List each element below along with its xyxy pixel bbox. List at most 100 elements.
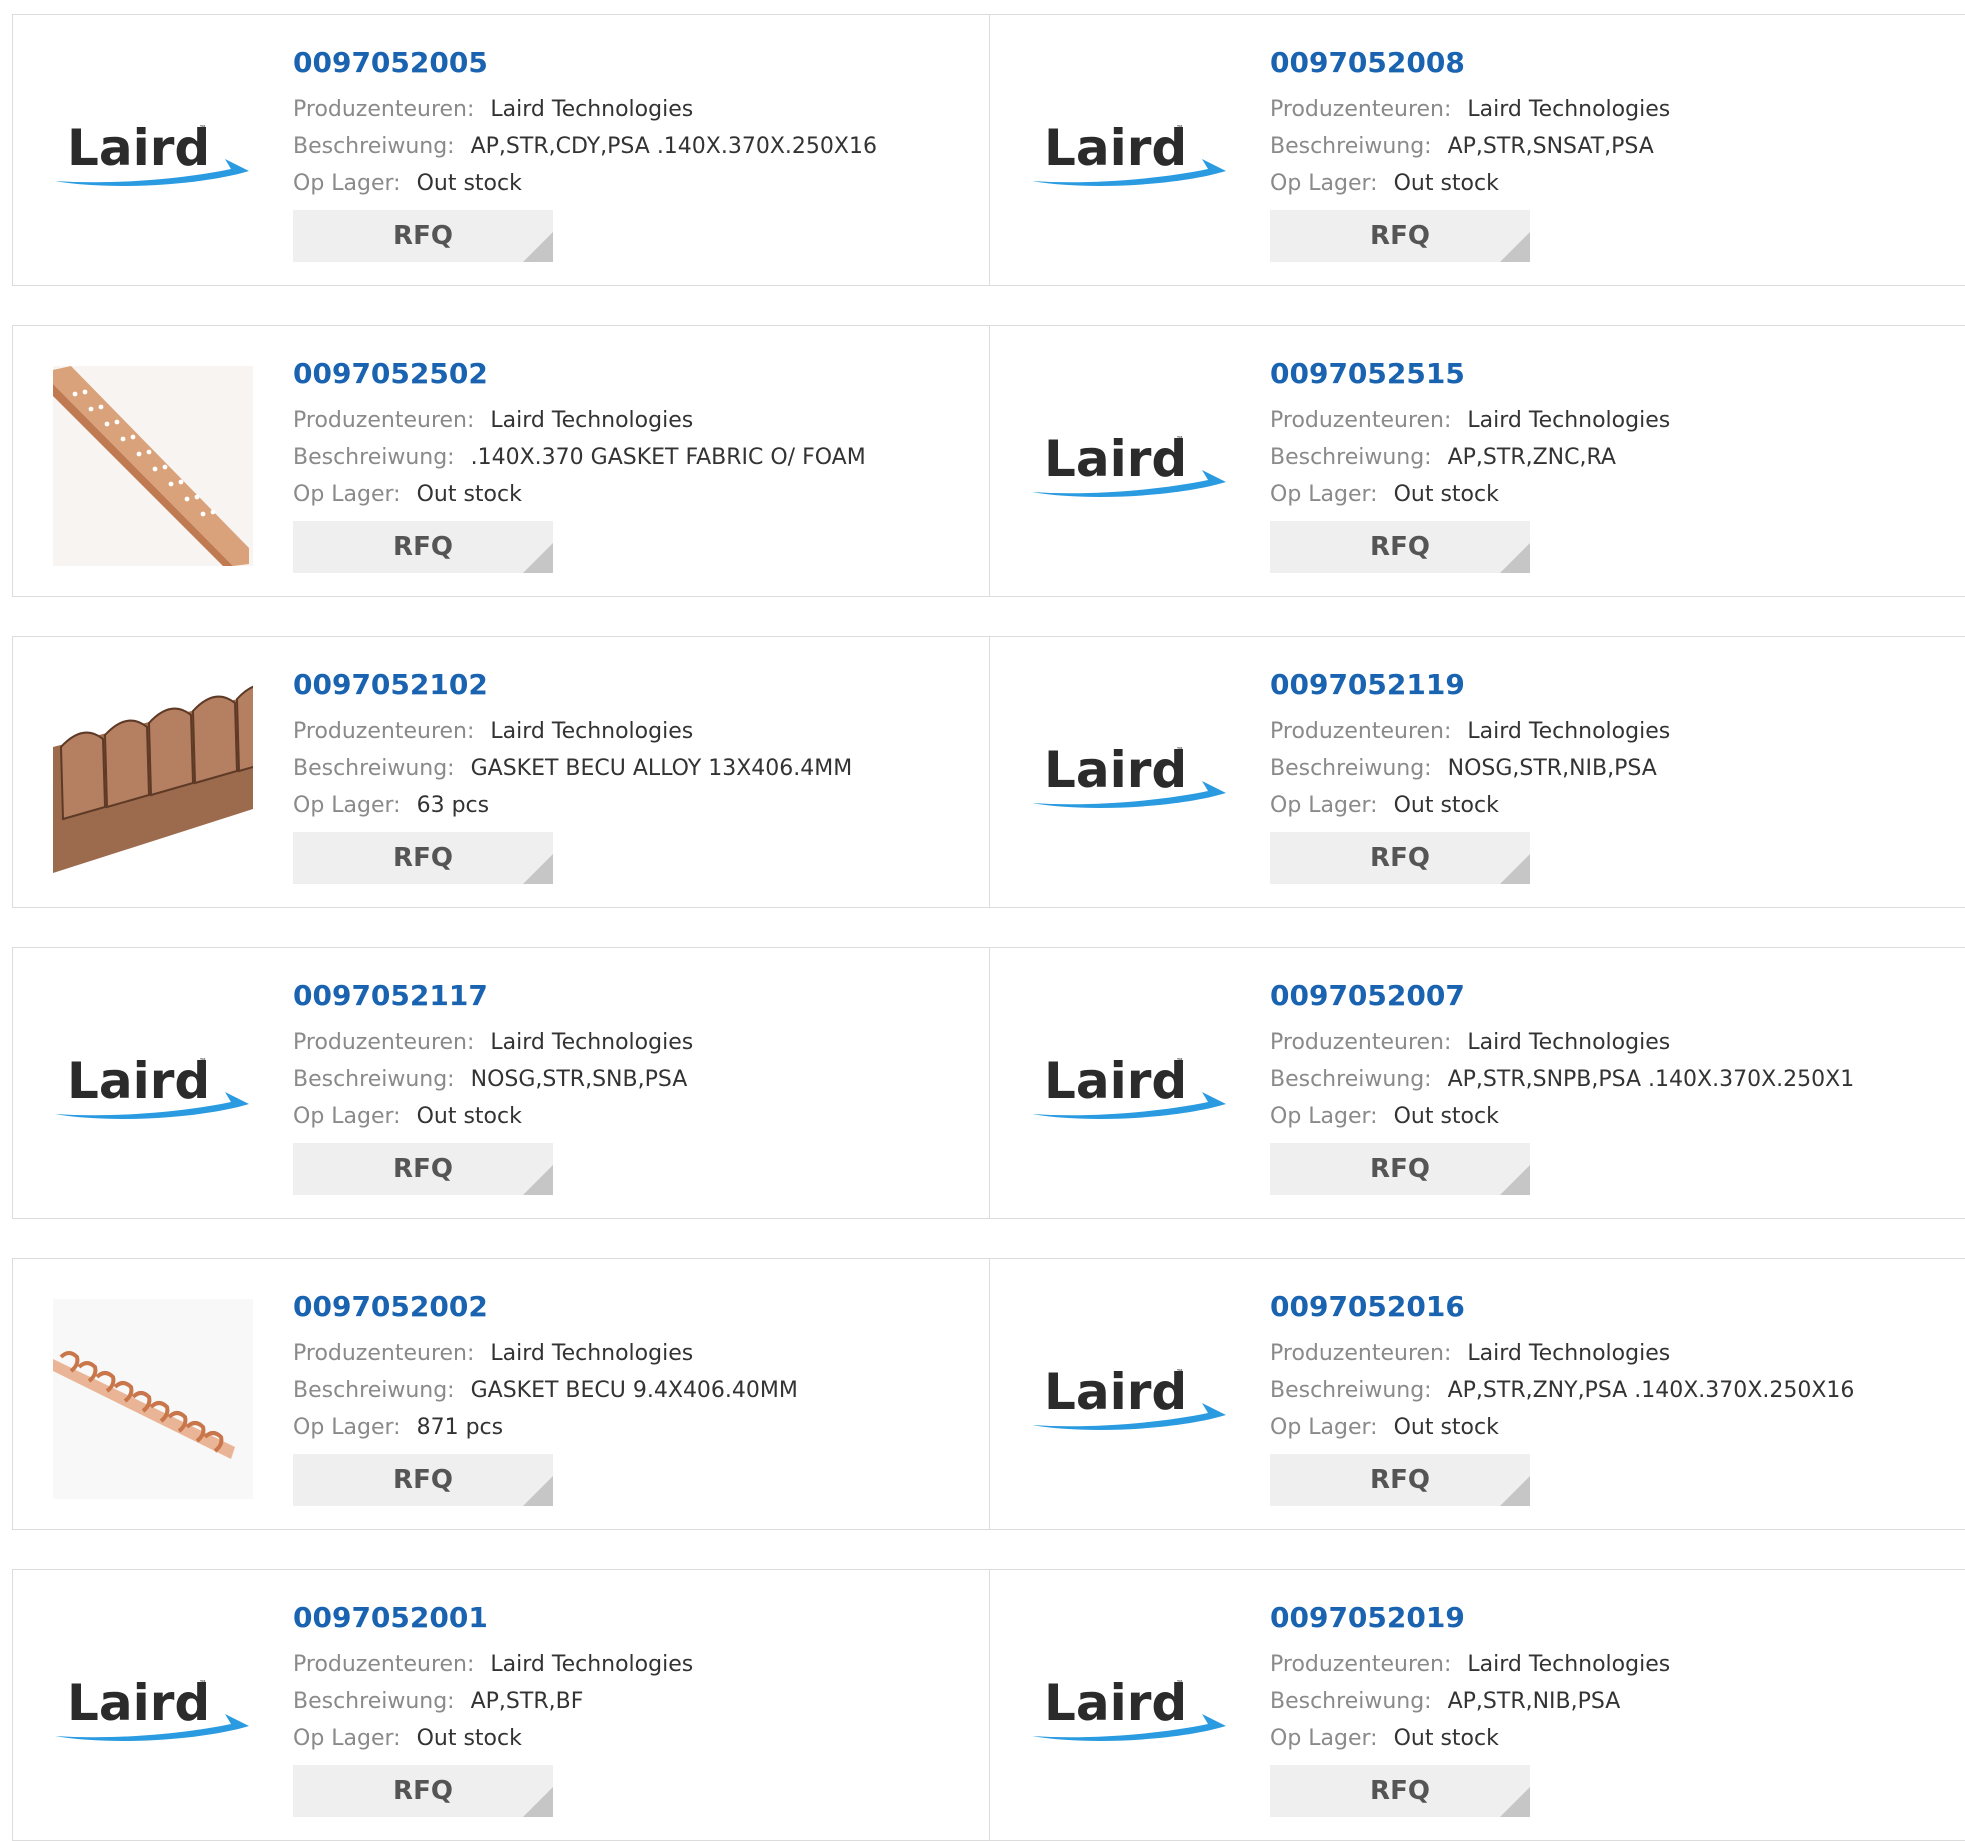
stock-line: Op Lager: Out stock	[293, 165, 877, 202]
product-thumbnail[interactable]: Laird ™	[53, 1610, 253, 1810]
product-card: Laird ™ 0097052007 Produzenteuren: Laird …	[989, 948, 1965, 1218]
description-line: Beschreiwung: AP,STR,CDY,PSA .140X.370X.2…	[293, 128, 877, 165]
stock-line: Op Lager: Out stock	[1270, 1720, 1670, 1757]
manufacturer-line: Produzenteuren: Laird Technologies	[1270, 91, 1670, 128]
manufacturer-line: Produzenteuren: Laird Technologies	[1270, 402, 1670, 439]
product-card: 0097052102 Produzenteuren: Laird Technolo…	[13, 637, 989, 907]
description-value: AP,STR,BF	[470, 1689, 584, 1714]
manufacturer-line: Produzenteuren: Laird Technologies	[1270, 1335, 1854, 1372]
laird-logo-icon: Laird ™	[55, 119, 249, 186]
description-line: Beschreiwung: AP,STR,SNSAT,PSA	[1270, 128, 1670, 165]
part-number-link[interactable]: 0097052007	[1270, 980, 1854, 1012]
description-label: Beschreiwung:	[1270, 134, 1432, 159]
laird-logo-icon: Laird ™	[55, 1052, 249, 1119]
product-thumbnail[interactable]	[53, 1299, 253, 1499]
description-line: Beschreiwung: AP,STR,SNPB,PSA .140X.370X.…	[1270, 1061, 1854, 1098]
rfq-button[interactable]: RFQ	[1270, 1454, 1530, 1506]
rfq-button[interactable]: RFQ	[293, 1143, 553, 1195]
laird-logo-icon: Laird ™	[55, 1674, 249, 1741]
part-number-link[interactable]: 0097052019	[1270, 1602, 1670, 1634]
manufacturer-label: Produzenteuren:	[293, 97, 475, 122]
part-number-link[interactable]: 0097052515	[1270, 358, 1670, 390]
finger-gasket-icon	[53, 677, 253, 877]
stock-line: Op Lager: Out stock	[1270, 476, 1670, 513]
product-thumbnail[interactable]: Laird ™	[53, 55, 253, 255]
rfq-button[interactable]: RFQ	[293, 1765, 553, 1817]
description-label: Beschreiwung:	[293, 756, 455, 781]
product-info: 0097052008 Produzenteuren: Laird Technolo…	[1270, 47, 1670, 262]
product-info: 0097052001 Produzenteuren: Laird Technolo…	[293, 1602, 693, 1817]
manufacturer-line: Produzenteuren: Laird Technologies	[1270, 1646, 1670, 1683]
description-line: Beschreiwung: GASKET BECU 9.4X406.40MM	[293, 1372, 798, 1409]
laird-logo-icon: Laird ™	[1032, 430, 1226, 497]
product-thumbnail[interactable]: Laird ™	[1030, 1299, 1230, 1499]
corner-decoration	[523, 1165, 553, 1195]
rfq-button[interactable]: RFQ	[1270, 210, 1530, 262]
corner-decoration	[1500, 1787, 1530, 1817]
stock-line: Op Lager: Out stock	[1270, 787, 1670, 824]
part-number-link[interactable]: 0097052016	[1270, 1291, 1854, 1323]
product-thumbnail[interactable]: Laird ™	[1030, 55, 1230, 255]
product-thumbnail[interactable]: Laird ™	[53, 988, 253, 1188]
manufacturer-label: Produzenteuren:	[293, 1341, 475, 1366]
stock-value: Out stock	[1393, 793, 1499, 818]
product-thumbnail[interactable]: Laird ™	[1030, 988, 1230, 1188]
part-number-link[interactable]: 0097052117	[293, 980, 693, 1012]
product-row: Laird ™ 0097052117 Produzenteuren: Laird …	[12, 947, 1965, 1219]
product-card: Laird ™ 0097052016 Produzenteuren: Laird …	[989, 1259, 1965, 1529]
svg-text:Laird: Laird	[1044, 119, 1187, 177]
manufacturer-label: Produzenteuren:	[293, 1652, 475, 1677]
svg-text:Laird: Laird	[1044, 1363, 1187, 1421]
description-value: AP,STR,ZNC,RA	[1447, 445, 1616, 470]
product-thumbnail[interactable]: Laird ™	[1030, 1610, 1230, 1810]
manufacturer-value: Laird Technologies	[490, 1652, 694, 1677]
stock-value: 63 pcs	[416, 793, 490, 818]
product-card: Laird ™ 0097052515 Produzenteuren: Laird …	[989, 326, 1965, 596]
part-number-link[interactable]: 0097052102	[293, 669, 852, 701]
stock-label: Op Lager:	[1270, 1726, 1378, 1751]
description-label: Beschreiwung:	[1270, 1067, 1432, 1092]
rfq-button[interactable]: RFQ	[1270, 832, 1530, 884]
part-number-link[interactable]: 0097052119	[1270, 669, 1670, 701]
rfq-label: RFQ	[393, 1776, 453, 1806]
manufacturer-line: Produzenteuren: Laird Technologies	[1270, 713, 1670, 750]
manufacturer-value: Laird Technologies	[1467, 1652, 1671, 1677]
part-number-link[interactable]: 0097052005	[293, 47, 877, 79]
product-info: 0097052515 Produzenteuren: Laird Technolo…	[1270, 358, 1670, 573]
product-info: 0097052005 Produzenteuren: Laird Technolo…	[293, 47, 877, 262]
product-row: Laird ™ 0097052001 Produzenteuren: Laird …	[12, 1569, 1965, 1841]
manufacturer-line: Produzenteuren: Laird Technologies	[293, 1646, 693, 1683]
svg-text:Laird: Laird	[67, 1674, 210, 1732]
svg-text:Laird: Laird	[1044, 430, 1187, 488]
rfq-button[interactable]: RFQ	[1270, 1143, 1530, 1195]
svg-text:™: ™	[199, 1679, 207, 1688]
product-info: 0097052007 Produzenteuren: Laird Technolo…	[1270, 980, 1854, 1195]
rfq-button[interactable]: RFQ	[293, 210, 553, 262]
part-number-link[interactable]: 0097052502	[293, 358, 866, 390]
product-info: 0097052016 Produzenteuren: Laird Technolo…	[1270, 1291, 1854, 1506]
product-thumbnail[interactable]: Laird ™	[1030, 677, 1230, 877]
rfq-button[interactable]: RFQ	[293, 1454, 553, 1506]
laird-logo-icon: Laird ™	[1032, 1674, 1226, 1741]
rfq-button[interactable]: RFQ	[1270, 521, 1530, 573]
manufacturer-value: Laird Technologies	[490, 408, 694, 433]
manufacturer-label: Produzenteuren:	[293, 408, 475, 433]
part-number-link[interactable]: 0097052002	[293, 1291, 798, 1323]
rfq-button[interactable]: RFQ	[293, 832, 553, 884]
part-number-link[interactable]: 0097052001	[293, 1602, 693, 1634]
stock-line: Op Lager: 63 pcs	[293, 787, 852, 824]
description-value: AP,STR,SNSAT,PSA	[1447, 134, 1654, 159]
stock-label: Op Lager:	[293, 171, 401, 196]
corner-decoration	[1500, 232, 1530, 262]
description-label: Beschreiwung:	[293, 445, 455, 470]
product-thumbnail[interactable]	[53, 677, 253, 877]
rfq-button[interactable]: RFQ	[1270, 1765, 1530, 1817]
product-thumbnail[interactable]: Laird ™	[1030, 366, 1230, 566]
product-thumbnail[interactable]	[53, 366, 253, 566]
manufacturer-label: Produzenteuren:	[1270, 97, 1452, 122]
part-number-link[interactable]: 0097052008	[1270, 47, 1670, 79]
stock-value: Out stock	[1393, 171, 1499, 196]
svg-text:Laird: Laird	[67, 119, 210, 177]
product-info: 0097052119 Produzenteuren: Laird Technolo…	[1270, 669, 1670, 884]
rfq-button[interactable]: RFQ	[293, 521, 553, 573]
